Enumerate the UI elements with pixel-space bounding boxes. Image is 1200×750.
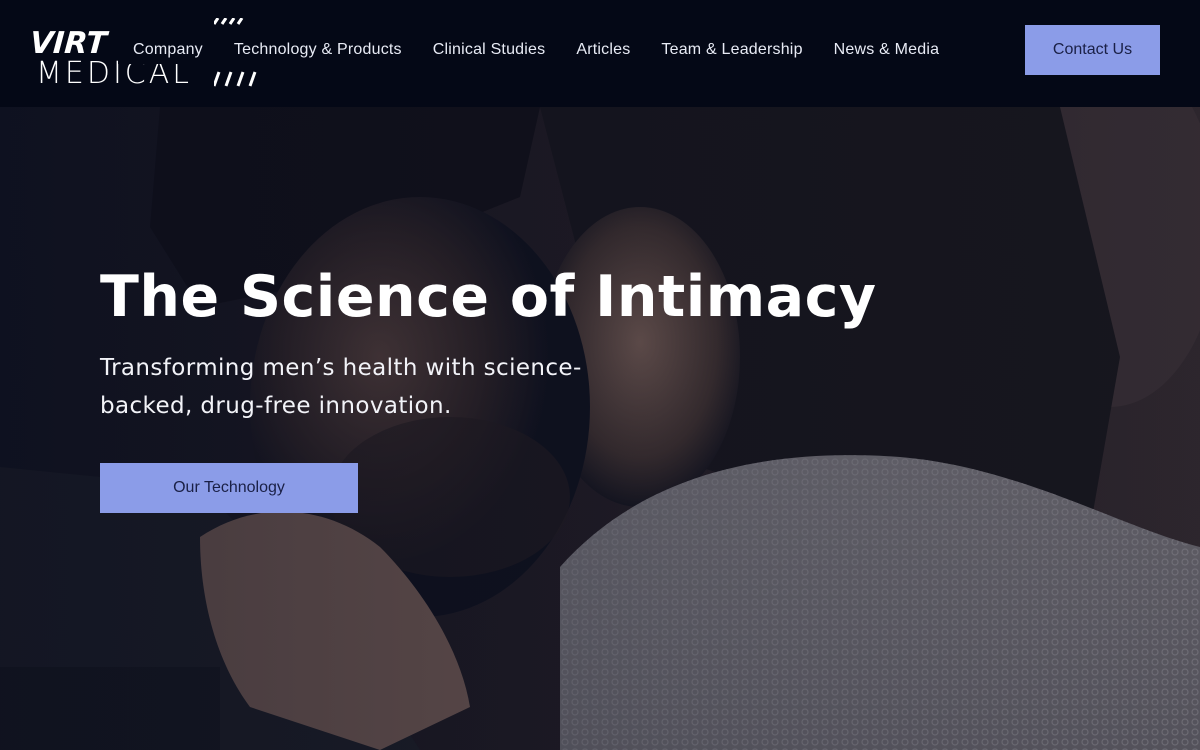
site-header: VIRT MEDICAL Company Technology & Produc… [0,0,1200,107]
hero-subtitle: Transforming men’s health with science-b… [100,355,582,419]
nav-item-company[interactable]: Company [133,41,203,59]
hero-dark-overlay [0,107,1200,750]
contact-us-button[interactable]: Contact Us [1025,25,1160,75]
hero-section: The Science of Intimacy Transforming men… [0,107,1200,750]
nav-item-articles[interactable]: Articles [576,41,630,59]
our-technology-button[interactable]: Our Technology [100,463,358,513]
nav-item-clinical-studies[interactable]: Clinical Studies [433,41,546,59]
nav-item-technology-products[interactable]: Technology & Products [234,41,402,59]
hero-title: The Science of Intimacy [100,264,877,330]
nav-item-team-leadership[interactable]: Team & Leadership [661,41,802,59]
main-nav: Company Technology & Products Clinical S… [118,36,971,64]
nav-item-news-media[interactable]: News & Media [834,41,940,59]
